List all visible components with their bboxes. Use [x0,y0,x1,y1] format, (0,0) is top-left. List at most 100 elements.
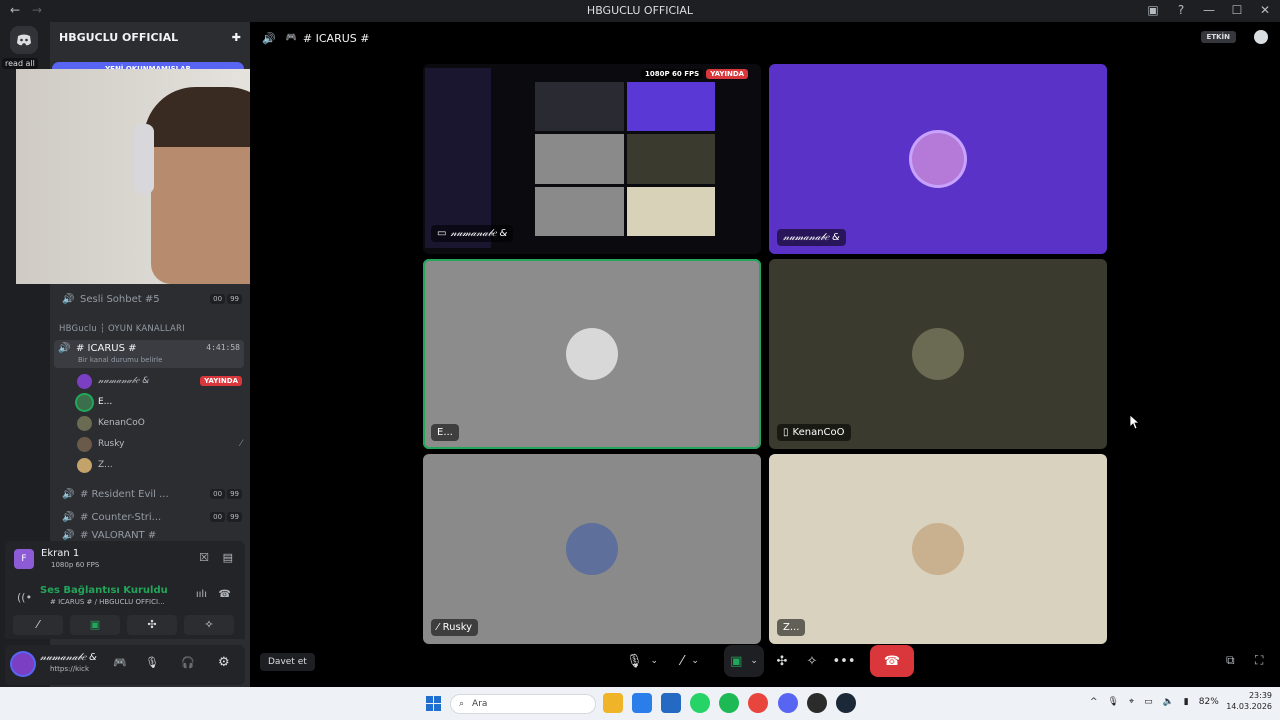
voice-connection-panel: ((• Ses Bağlantısı Kuruldu # ICARUS # / … [5,579,245,639]
disconnect-icon[interactable]: ☎ [219,589,231,600]
volume-icon[interactable]: 🔈 [1163,697,1174,707]
discord-taskbar-icon[interactable] [778,693,798,713]
maximize-icon[interactable]: ☐ [1230,3,1244,17]
more-options-button[interactable]: ••• [832,645,856,677]
channel-status[interactable]: Bir kanal durumu belirle [78,356,162,364]
channel-name: # Counter-Stri... [80,511,162,523]
store-icon[interactable] [661,693,681,713]
avatar [77,373,92,389]
hang-up-button[interactable]: ☎ [870,645,914,677]
participant-tile-rusky[interactable]: ⁄ Rusky [423,454,761,644]
voice-status[interactable]: Ses Bağlantısı Kuruldu [40,585,168,596]
voice-user[interactable]: 𝓃𝓊𝓂𝒶𝓃𝒶𝒷𝑒 & YAYINDA [77,371,242,391]
voice-user[interactable]: E... [77,392,242,412]
microphone-icon[interactable]: 🎙 [145,656,159,669]
speaker-icon: 🔊 [262,31,276,45]
chevron-down-icon[interactable]: ⌄ [691,656,699,666]
taskbar-search[interactable]: ⌕ Ara [450,694,596,714]
camera-button[interactable]: ⁄ ⌄ [670,645,710,677]
window-title: HBGUCLU OFFICIAL [586,4,694,17]
popout-icon[interactable]: ⧉ [1226,653,1235,668]
screen-share-button[interactable]: ▣ [70,615,120,635]
chevron-down-icon[interactable]: ⌄ [650,656,658,666]
voice-user[interactable]: Z... [77,455,242,475]
whatsapp-icon[interactable] [690,693,710,713]
channel-valorant[interactable]: 🔊 # VALORANT # [58,529,246,541]
mic-button[interactable]: 🎙 ⌄ [622,645,662,677]
invite-button[interactable]: Davet et [260,653,315,671]
noise-suppression-icon[interactable]: ıılı [196,589,207,600]
participant-tile-kenan[interactable]: ▯ KenanCoO [769,259,1107,449]
user-limit-badge: 00 99 [210,512,242,522]
windows-start-icon[interactable] [426,696,441,711]
activities-button[interactable]: ✣ [770,645,794,677]
discord-home-icon[interactable] [10,26,38,54]
channel-name: # Resident Evil ... [80,488,169,500]
search-placeholder: Ara [472,699,488,709]
activities-button[interactable]: ✣ [127,615,177,635]
chat-icon[interactable] [1254,30,1268,44]
minimize-icon[interactable]: — [1202,3,1216,17]
category-oyun-kanallari[interactable]: HBGuclu ┆ OYUN KANALLARI [59,324,185,334]
channel-sesli-sohbet-5[interactable]: 🔊 Sesli Sohbet #5 00 99 [58,289,246,309]
todo-icon[interactable] [632,693,652,713]
avatar [77,457,92,473]
soundboard-button[interactable]: ✧ [800,645,824,677]
mobile-icon: ▯ [783,427,789,438]
participant-tile-numanabe[interactable]: 𝓃𝓊𝓂𝒶𝓃𝒶𝒷𝑒 & [769,64,1107,254]
obs-icon[interactable] [807,693,827,713]
channel-icarus[interactable]: 🔊 # ICARUS # 4:41:58 Bir kanal durumu be… [54,340,244,368]
channel-resident-evil[interactable]: 🔊 # Resident Evil ... 00 99 [58,484,246,504]
gamepad-icon[interactable]: 🎮 [113,656,127,669]
speaker-icon: 🔊 [62,511,75,523]
headphones-icon[interactable]: 🎧 [181,656,195,669]
active-badge[interactable]: ETKİN [1200,31,1236,43]
fullscreen-icon[interactable]: ⛶ [1255,653,1263,668]
voice-user[interactable]: KenanCoO [77,413,242,433]
deafened-icon: ⁄ [437,622,439,633]
participant-tile-z[interactable]: Z... [769,454,1107,644]
microphone-icon[interactable]: 🎙 [1108,697,1119,707]
avatar [912,523,964,575]
stage-channel-title: # ICARUS # [302,31,370,45]
steam-icon[interactable] [836,693,856,713]
user-name: 𝓃𝓊𝓂𝒶𝓃𝒶𝒷𝑒 & [40,652,97,663]
signal-icon: ((• [17,591,33,604]
deafened-icon: ⁄ [240,439,242,449]
location-icon[interactable]: ⌖ [1129,697,1134,707]
headphones [134,124,154,194]
battery-icon[interactable]: ▮ [1184,697,1189,707]
file-explorer-icon[interactable] [603,693,623,713]
close-icon[interactable]: ✕ [1258,3,1272,17]
add-member-icon[interactable]: ✚ [232,31,241,44]
chrome-icon[interactable] [748,693,768,713]
spotify-icon[interactable] [719,693,739,713]
participant-tile-e[interactable]: E... [423,259,761,449]
stream-settings-icon[interactable]: ▤ [223,551,233,564]
screen-title: Ekran 1 [41,548,80,559]
call-controls: 🎙 ⌄ ⁄ ⌄ ▣ ⌄ ✣ ✧ ••• ☎ [616,645,916,677]
voice-user-name: E... [98,397,113,407]
clock[interactable]: 23:39 14.03.2026 [1226,690,1272,712]
read-all-button[interactable]: read all [2,58,38,69]
channel-name: # ICARUS # [76,343,137,354]
voice-channel-path[interactable]: # ICARUS # / HBGUCLU OFFICI... [50,598,165,606]
avatar[interactable] [12,653,34,675]
chevron-down-icon[interactable]: ⌄ [750,656,758,666]
inbox-icon[interactable]: ▣ [1146,3,1160,17]
network-icon[interactable]: ▭ [1144,697,1153,707]
voice-user-name: Z... [98,460,113,470]
stream-tile[interactable]: 1080P 60 FPS YAYINDA ▭ 𝓃𝓊𝓂𝒶𝓃𝒶𝒷𝑒 & [423,64,761,254]
camera-toggle-button[interactable]: ⁄ [13,615,63,635]
screen-share-button[interactable]: ▣ ⌄ [724,645,764,677]
server-header[interactable]: HBGUCLU OFFICIAL ✚ [50,22,250,52]
user-panel: 𝓃𝓊𝓂𝒶𝓃𝒶𝒷𝑒 & https://kick 🎮 🎙 🎧 ⚙ [5,645,245,685]
soundboard-button[interactable]: ✧ [184,615,234,635]
channel-counter-strike[interactable]: 🔊 # Counter-Stri... 00 99 [58,507,246,527]
help-icon[interactable]: ? [1174,3,1188,17]
voice-user[interactable]: Rusky ⁄ [77,434,242,454]
stop-stream-icon[interactable]: ☒ [199,551,209,564]
stream-quality-badge: 1080P 60 FPS YAYINDA [641,69,749,79]
settings-gear-icon[interactable]: ⚙ [218,655,230,670]
chevron-up-icon[interactable]: ^ [1090,697,1098,707]
